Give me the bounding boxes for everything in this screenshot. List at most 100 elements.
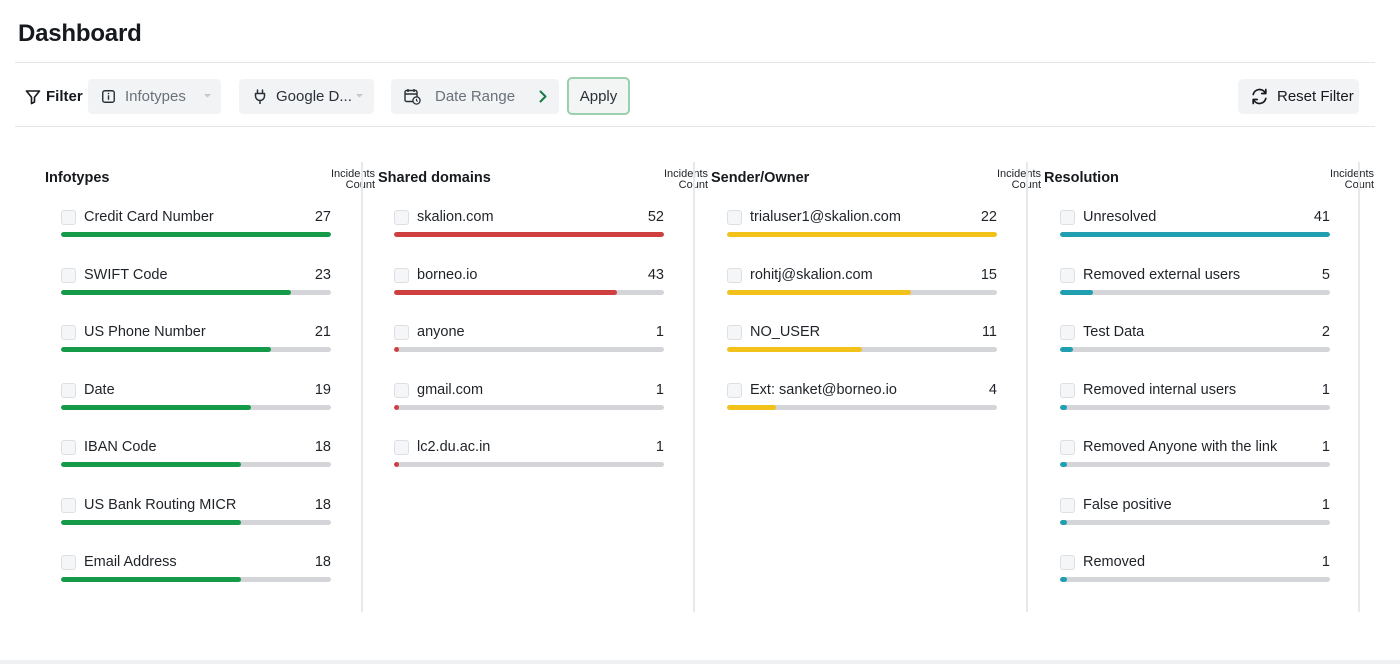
source-dropdown[interactable]: Google D... — [239, 79, 374, 114]
panel-title: Infotypes — [45, 170, 110, 186]
item-checkbox[interactable] — [1060, 440, 1075, 455]
item-checkbox[interactable] — [394, 440, 409, 455]
list-item[interactable]: trialuser1@skalion.com 22 — [727, 209, 997, 250]
list-item[interactable]: borneo.io 43 — [394, 267, 664, 308]
count-bar-fill — [727, 347, 862, 352]
panel-infotypes: Infotypes IncidentsCount Credit Card Numbe… — [45, 158, 375, 613]
list-item[interactable]: skalion.com 52 — [394, 209, 664, 250]
incidents-count-header: IncidentsCount — [330, 168, 375, 191]
item-checkbox[interactable] — [61, 383, 76, 398]
count-bar-track — [394, 290, 664, 295]
info-square-icon — [102, 90, 115, 103]
list-item[interactable]: Removed 1 — [1060, 554, 1330, 595]
item-checkbox[interactable] — [61, 440, 76, 455]
item-checkbox[interactable] — [61, 325, 76, 340]
infotypes-dropdown-placeholder: Infotypes — [125, 88, 186, 105]
chevron-down-icon — [356, 94, 363, 98]
item-checkbox[interactable] — [61, 210, 76, 225]
list-item[interactable]: Test Data 2 — [1060, 324, 1330, 365]
panel-resolution: Resolution IncidentsCount Unresolved 41 Remo… — [1044, 158, 1374, 613]
item-checkbox[interactable] — [61, 555, 76, 570]
header-divider — [15, 62, 1375, 63]
date-range-picker[interactable]: Date Range — [391, 79, 559, 114]
apply-button[interactable]: Apply — [567, 77, 630, 115]
item-checkbox[interactable] — [61, 268, 76, 283]
list-item[interactable]: Removed external users 5 — [1060, 267, 1330, 308]
count-bar-fill — [1060, 347, 1074, 352]
count-bar-fill — [394, 462, 400, 467]
panel-shared-domains: Shared domains IncidentsCount skalion.com 5… — [378, 158, 708, 613]
panel-divider — [1358, 162, 1360, 612]
filter-bar: Filter Infotypes Google D... Date Range … — [0, 76, 1400, 118]
item-checkbox[interactable] — [61, 498, 76, 513]
item-count: 18 — [314, 554, 331, 570]
plug-icon — [254, 89, 266, 104]
item-label: US Bank Routing MICR — [84, 497, 237, 513]
list-item[interactable]: Date 19 — [61, 382, 331, 423]
list-item[interactable]: Credit Card Number 27 — [61, 209, 331, 250]
list-item[interactable]: anyone 1 — [394, 324, 664, 365]
item-label: lc2.du.ac.in — [417, 439, 491, 455]
item-checkbox[interactable] — [394, 268, 409, 283]
count-bar-fill — [1060, 290, 1093, 295]
item-checkbox[interactable] — [1060, 325, 1075, 340]
item-label: SWIFT Code — [84, 267, 168, 283]
count-bar-track — [727, 290, 997, 295]
item-checkbox[interactable] — [1060, 383, 1075, 398]
list-item[interactable]: rohitj@skalion.com 15 — [727, 267, 997, 308]
count-bar-fill — [61, 405, 251, 410]
panel-divider — [693, 162, 695, 612]
count-bar-track — [61, 405, 331, 410]
item-checkbox[interactable] — [727, 210, 742, 225]
refresh-icon — [1252, 88, 1267, 105]
item-count: 1 — [1321, 497, 1330, 513]
list-item[interactable]: lc2.du.ac.in 1 — [394, 439, 664, 480]
list-item[interactable]: US Bank Routing MICR 18 — [61, 497, 331, 538]
item-checkbox[interactable] — [727, 325, 742, 340]
item-checkbox[interactable] — [727, 383, 742, 398]
list-item[interactable]: IBAN Code 18 — [61, 439, 331, 480]
count-bar-fill — [1060, 577, 1067, 582]
item-count: 11 — [981, 324, 997, 340]
item-label: trialuser1@skalion.com — [750, 209, 901, 225]
list-item[interactable]: US Phone Number 21 — [61, 324, 331, 365]
count-bar-fill — [1060, 462, 1067, 467]
filter-icon — [25, 89, 41, 104]
item-checkbox[interactable] — [394, 383, 409, 398]
item-checkbox[interactable] — [1060, 268, 1075, 283]
list-item[interactable]: gmail.com 1 — [394, 382, 664, 423]
list-item[interactable]: Email Address 18 — [61, 554, 331, 595]
count-bar-fill — [394, 347, 400, 352]
list-item[interactable]: Removed internal users 1 — [1060, 382, 1330, 423]
count-bar-fill — [727, 290, 912, 295]
item-label: False positive — [1083, 497, 1172, 513]
item-checkbox[interactable] — [727, 268, 742, 283]
panel-sender-owner: Sender/Owner IncidentsCount trialuser1@ska… — [711, 158, 1041, 613]
list-item[interactable]: Ext: sanket@borneo.io 4 — [727, 382, 997, 423]
chevron-right-icon — [539, 90, 547, 103]
item-checkbox[interactable] — [394, 325, 409, 340]
list-item[interactable]: False positive 1 — [1060, 497, 1330, 538]
item-checkbox[interactable] — [1060, 210, 1075, 225]
filter-bar-divider — [15, 126, 1375, 127]
dashboard-page: Dashboard Filter Infotypes Google D... D… — [0, 0, 1400, 660]
list-item[interactable]: Unresolved 41 — [1060, 209, 1330, 250]
item-checkbox[interactable] — [1060, 555, 1075, 570]
reset-filter-button[interactable]: Reset Filter — [1238, 79, 1359, 114]
list-item[interactable]: SWIFT Code 23 — [61, 267, 331, 308]
count-bar-fill — [727, 232, 997, 237]
count-bar-fill — [61, 290, 291, 295]
item-checkbox[interactable] — [394, 210, 409, 225]
item-count: 23 — [314, 267, 331, 283]
count-bar-track — [394, 462, 664, 467]
item-label: skalion.com — [417, 209, 494, 225]
item-checkbox[interactable] — [1060, 498, 1075, 513]
infotypes-dropdown[interactable]: Infotypes — [88, 79, 221, 114]
date-range-placeholder: Date Range — [435, 88, 516, 105]
item-count: 52 — [647, 209, 664, 225]
list-item[interactable]: Removed Anyone with the link 1 — [1060, 439, 1330, 480]
count-bar-fill — [394, 232, 664, 237]
item-count: 1 — [655, 439, 664, 455]
item-label: Removed external users — [1083, 267, 1241, 283]
list-item[interactable]: NO_USER 11 — [727, 324, 997, 365]
